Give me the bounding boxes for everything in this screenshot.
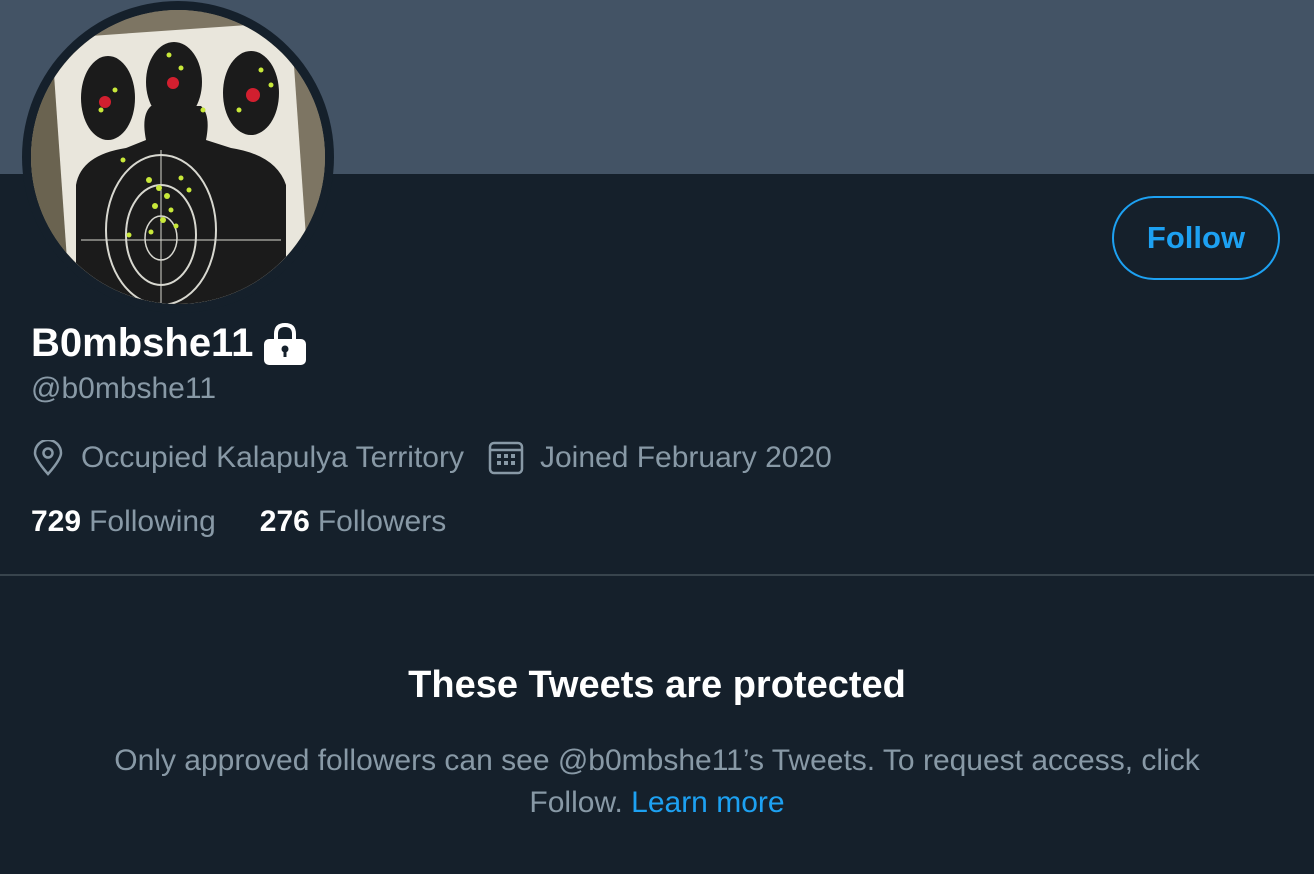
calendar-icon (488, 441, 524, 475)
protected-title: These Tweets are protected (408, 664, 906, 706)
following-count: 729 (31, 505, 82, 538)
joined-item: Joined February 2020 (488, 440, 832, 476)
section-divider (0, 574, 1314, 576)
location-item: Occupied Kalapulya Territory (31, 440, 464, 476)
profile-name-row: B0mbshe11 (31, 318, 308, 368)
following-stat[interactable]: 729 Following (31, 505, 216, 539)
followers-stat[interactable]: 276 Followers (260, 505, 446, 539)
location-pin-icon (33, 440, 63, 476)
follow-button[interactable]: Follow (1112, 196, 1280, 280)
learn-more-link[interactable]: Learn more (631, 786, 784, 819)
joined-text: Joined February 2020 (539, 441, 832, 474)
profile-avatar[interactable] (22, 1, 334, 313)
location-text: Occupied Kalapulya Territory (81, 441, 464, 474)
profile-meta: Occupied Kalapulya Territory Joined Febr… (31, 436, 832, 480)
protected-description-block: Only approved followers can see @b0mbshe… (80, 740, 1234, 824)
profile-stats: 729 Following 276 Followers (31, 500, 446, 544)
lock-icon (262, 321, 308, 365)
followers-count: 276 (259, 505, 310, 538)
avatar-image (31, 10, 325, 304)
display-name: B0mbshe11 (31, 320, 254, 365)
profile-handle: @b0mbshe11 (31, 372, 217, 405)
following-label: Following (89, 505, 216, 538)
followers-label: Followers (317, 505, 447, 538)
